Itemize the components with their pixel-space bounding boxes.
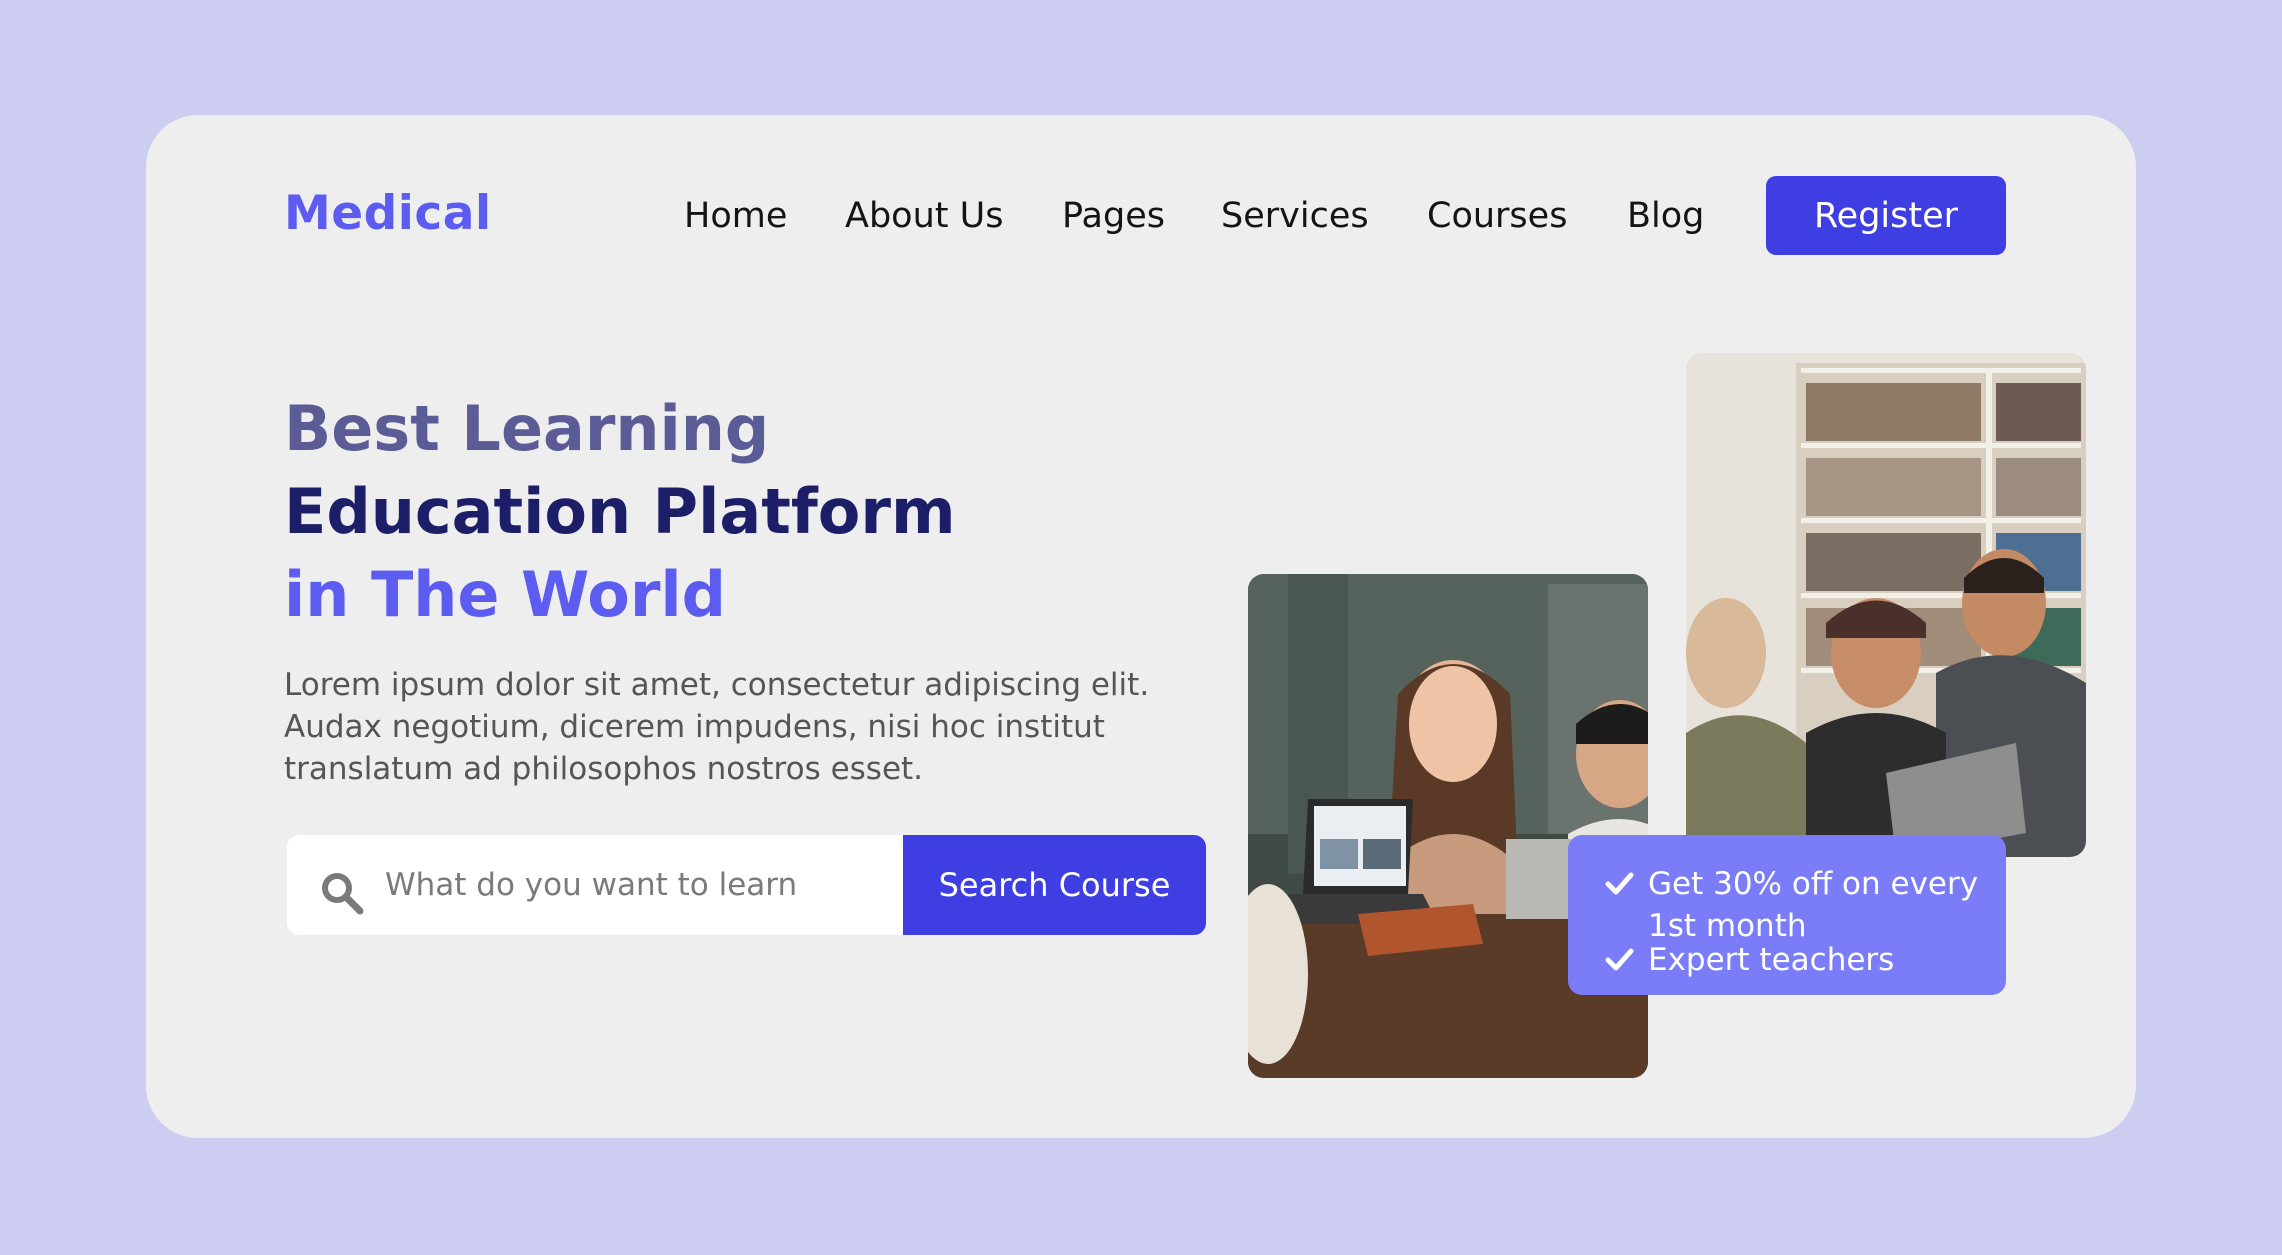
nav-pages[interactable]: Pages: [1062, 196, 1165, 236]
hero-title-line-3: in The World: [284, 558, 727, 631]
students-photo-image: [1248, 574, 1648, 1078]
hero-title-line-1: Best Learning: [284, 392, 770, 465]
brand-logo[interactable]: Medical: [284, 186, 492, 241]
promo-discount-text: Get 30% off on every 1st month: [1648, 866, 1979, 944]
library-photo-image: [1686, 353, 2086, 857]
library-photo: [1686, 353, 2086, 857]
nav-about-us[interactable]: About Us: [845, 196, 1003, 236]
nav-courses[interactable]: Courses: [1427, 196, 1567, 236]
search-course-button[interactable]: Search Course: [903, 835, 1206, 935]
check-icon: [1605, 872, 1634, 895]
hero-description: Lorem ipsum dolor sit amet, consectetur …: [284, 667, 1150, 787]
promo-item-teachers: Expert teachers: [1604, 939, 1894, 981]
promo-teachers-text: Expert teachers: [1648, 942, 1895, 978]
nav-home[interactable]: Home: [684, 196, 787, 236]
nav-services[interactable]: Services: [1221, 196, 1369, 236]
search-bar: [287, 835, 905, 935]
promo-item-discount: Get 30% off on every 1st month: [1604, 863, 1988, 947]
register-button[interactable]: Register: [1766, 176, 2006, 255]
hero-title-line-2: Education Platform: [284, 475, 956, 548]
nav-blog[interactable]: Blog: [1627, 196, 1704, 236]
check-icon: [1605, 948, 1634, 971]
promo-badge: Get 30% off on every 1st month Expert te…: [1568, 835, 2006, 995]
search-input[interactable]: [385, 835, 885, 935]
search-icon: [322, 873, 364, 915]
students-photo: [1248, 574, 1648, 1078]
